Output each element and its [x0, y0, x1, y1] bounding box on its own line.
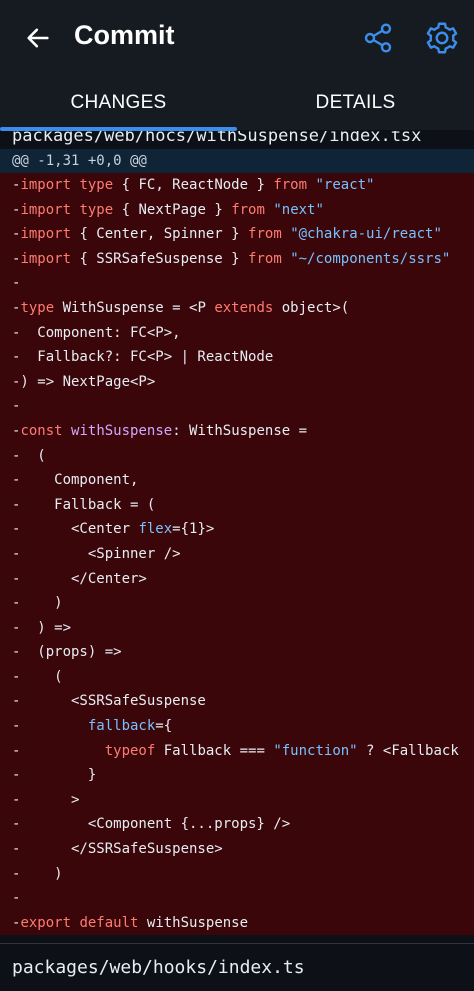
diff-line: - </Center> [12, 570, 147, 587]
diff-line: -import type { NextPage } from "next" [12, 201, 324, 218]
gear-icon [426, 22, 458, 54]
diff-line: - [12, 398, 21, 415]
diff-line: - typeof Fallback === "function" ? <Fall… [12, 742, 459, 759]
diff-line: - <Center flex={1}> [12, 521, 215, 538]
diff-line: - fallback={ [12, 718, 173, 735]
diff-line: - ( [12, 447, 46, 464]
diff-body: -import type { FC, ReactNode } from "rea… [0, 173, 474, 936]
diff-line: - [12, 275, 21, 292]
diff-line: - <SSRSafeSuspense [12, 693, 206, 710]
diff-line: - </SSRSafeSuspense> [12, 841, 223, 858]
diff-line: - ( [12, 668, 63, 685]
diff-line: - ) [12, 595, 63, 612]
tab-bar: CHANGES DETAILS [0, 76, 474, 130]
diff-line: -import type { FC, ReactNode } from "rea… [12, 177, 375, 193]
diff-line: -) => NextPage<P> [12, 373, 156, 390]
diff-line: - > [12, 791, 80, 808]
diff-line: -export default withSuspense [12, 914, 249, 931]
diff-line: - } [12, 767, 97, 784]
share-button[interactable] [362, 22, 394, 54]
diff-line: - ) [12, 865, 63, 882]
page-title: Commit [74, 20, 175, 50]
back-button[interactable] [22, 22, 54, 54]
diff-line: -import { Center, Spinner } from "@chakr… [12, 226, 442, 243]
hunk-header: @@ -1,31 +0,0 @@ [0, 149, 474, 173]
diff-line: - Fallback = ( [12, 496, 156, 513]
file-path-header[interactable]: packages/web/hooks/index.ts [0, 943, 474, 991]
diff-line: -import { SSRSafeSuspense } from "~/comp… [12, 250, 451, 267]
arrow-left-icon [27, 28, 49, 48]
diff-line: - (props) => [12, 644, 122, 661]
settings-button[interactable] [424, 20, 460, 56]
diff-line: - Component: FC<P>, [12, 324, 181, 341]
share-icon [364, 23, 392, 53]
tab-changes[interactable]: CHANGES [0, 76, 237, 130]
diff-line: - [12, 890, 21, 907]
diff-view: packages/web/hocs/withSuspense/index.tsx… [0, 131, 474, 991]
diff-line: -const withSuspense: WithSuspense = [12, 422, 308, 439]
diff-line: - ) => [12, 619, 72, 636]
diff-line: - <Spinner /> [12, 545, 181, 562]
diff-line: - Component, [12, 472, 139, 489]
diff-line: - Fallback?: FC<P> | ReactNode [12, 349, 274, 366]
tab-details[interactable]: DETAILS [237, 76, 474, 130]
app-bar: Commit [0, 0, 474, 76]
diff-line: - <Component {...props} /> [12, 816, 291, 833]
file-path-header[interactable]: packages/web/hocs/withSuspense/index.tsx [0, 131, 474, 149]
diff-line: -type WithSuspense = <P extends object>( [12, 299, 350, 316]
